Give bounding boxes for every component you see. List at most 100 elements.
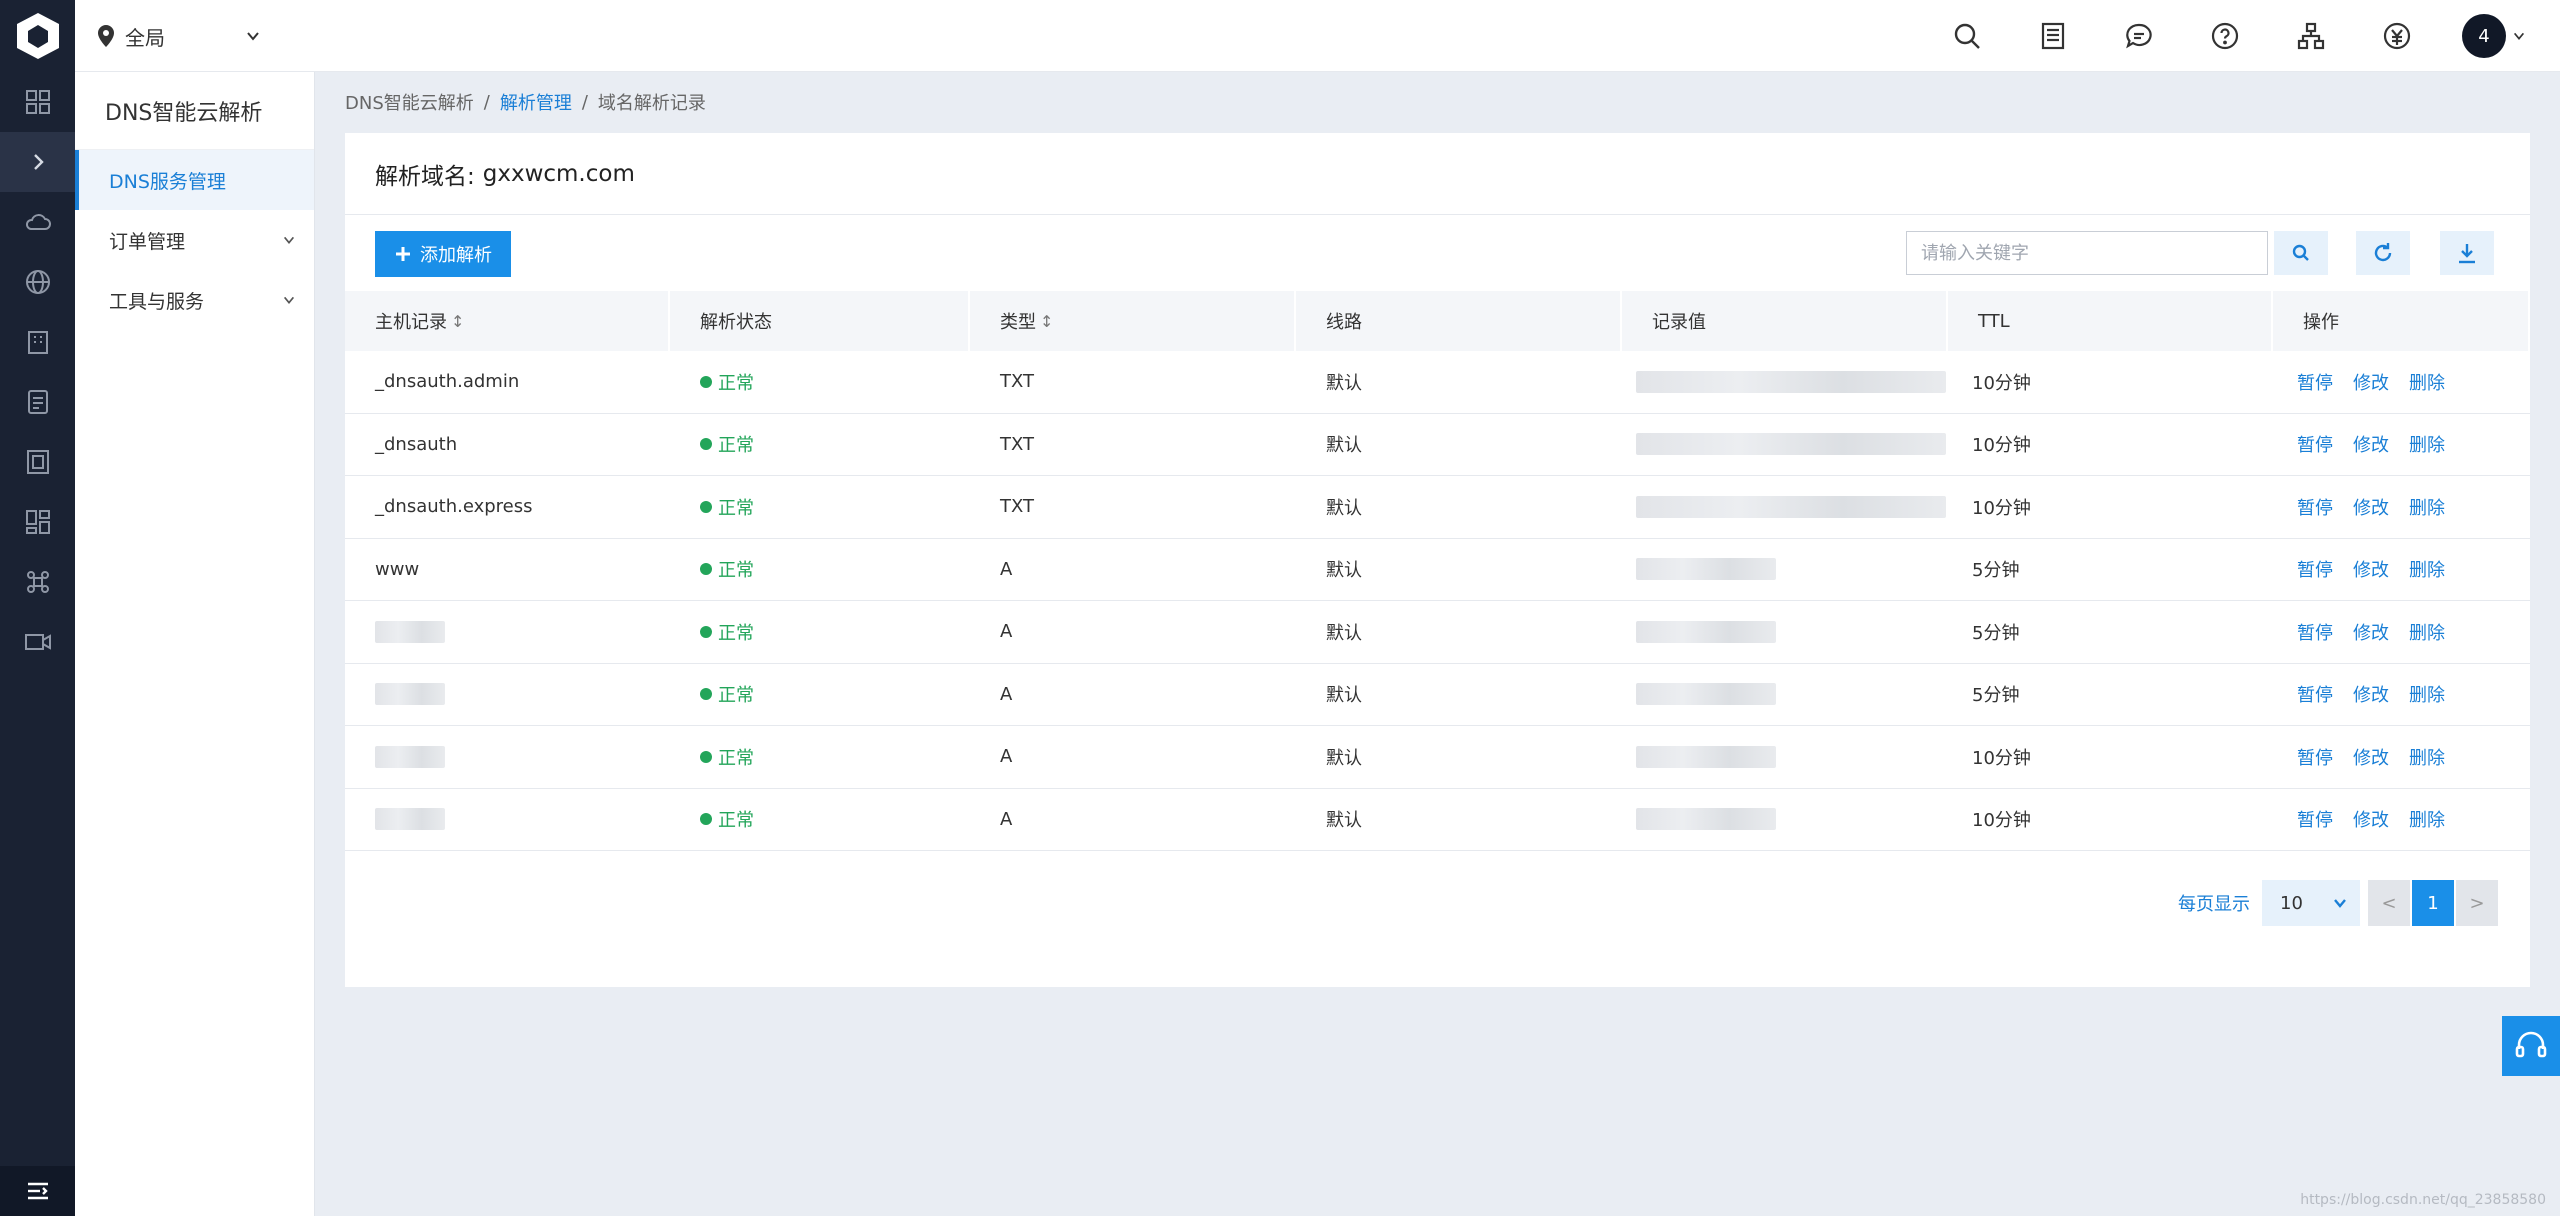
cell-ttl: 10分钟 <box>1972 372 2031 394</box>
refresh-button[interactable] <box>2356 231 2410 275</box>
cell-status: 正常 <box>670 351 970 413</box>
expand-chevron-icon[interactable] <box>0 132 75 192</box>
edit-link[interactable]: 修改 <box>2353 494 2389 520</box>
delete-link[interactable]: 删除 <box>2409 806 2445 832</box>
book-icon[interactable] <box>0 432 75 492</box>
billing-icon[interactable] <box>2376 15 2418 57</box>
delete-link[interactable]: 删除 <box>2409 556 2445 582</box>
globe-icon[interactable] <box>0 252 75 312</box>
pause-link[interactable]: 暂停 <box>2297 619 2333 645</box>
support-headset-icon[interactable] <box>2502 1016 2560 1076</box>
cell-type: TXT <box>1000 496 1035 518</box>
pause-link[interactable]: 暂停 <box>2297 494 2333 520</box>
delete-link[interactable]: 删除 <box>2409 619 2445 645</box>
cell-status: 正常 <box>670 726 970 788</box>
pause-link[interactable]: 暂停 <box>2297 431 2333 457</box>
status-dot-icon <box>700 750 712 763</box>
edit-link[interactable]: 修改 <box>2353 369 2389 395</box>
header-status: 解析状态 <box>670 291 970 351</box>
cell-status: 正常 <box>670 414 970 476</box>
region-selector[interactable]: 全局 <box>97 0 261 72</box>
sort-icon[interactable]: ↕ <box>451 312 464 331</box>
delete-link[interactable]: 删除 <box>2409 744 2445 770</box>
redacted-block <box>1636 808 1776 831</box>
cell-host <box>345 664 670 726</box>
domain-name: gxxwcm.com <box>482 160 635 187</box>
status-dot-icon <box>700 500 712 513</box>
redacted-block <box>1636 620 1776 643</box>
sidebar-item-orders[interactable]: 订单管理 <box>75 210 314 270</box>
pause-link[interactable]: 暂停 <box>2297 556 2333 582</box>
video-icon[interactable] <box>0 612 75 672</box>
menu-collapse-icon[interactable] <box>0 1166 75 1216</box>
toolbar: 添加解析 <box>375 231 2494 279</box>
breadcrumb-root[interactable]: DNS智能云解析 <box>345 89 474 115</box>
edit-link[interactable]: 修改 <box>2353 431 2389 457</box>
page-button[interactable]: 1 <box>2412 880 2454 926</box>
delete-link[interactable]: 删除 <box>2409 369 2445 395</box>
prev-page-button[interactable]: < <box>2368 880 2410 926</box>
search-button[interactable] <box>2274 231 2328 275</box>
edit-link[interactable]: 修改 <box>2353 619 2389 645</box>
help-icon[interactable] <box>2204 15 2246 57</box>
cell-actions: 暂停 修改 删除 <box>2273 414 2530 476</box>
table-row: www 正常 A 默认 5分钟 暂停 修改 删除 <box>345 539 2530 601</box>
pause-link[interactable]: 暂停 <box>2297 744 2333 770</box>
cell-type: A <box>1000 558 1013 580</box>
edit-link[interactable]: 修改 <box>2353 744 2389 770</box>
chevron-down-icon <box>2513 32 2525 40</box>
edit-link[interactable]: 修改 <box>2353 556 2389 582</box>
cell-line: 默认 <box>1326 685 1362 707</box>
edit-link[interactable]: 修改 <box>2353 806 2389 832</box>
redacted-block <box>1636 683 1776 706</box>
download-button[interactable] <box>2440 231 2494 275</box>
status-dot-icon <box>700 438 712 451</box>
avatar[interactable]: 4 <box>2462 14 2506 58</box>
sidebar-item-label: DNS服务管理 <box>109 170 226 193</box>
table-row: _dnsauth.admin 正常 TXT 默认 10分钟 暂停 修改 删除 <box>345 351 2530 414</box>
next-page-button[interactable]: > <box>2456 880 2498 926</box>
add-record-button[interactable]: 添加解析 <box>375 231 511 277</box>
table-row: 正常 A 默认 5分钟 暂停 修改 删除 <box>345 664 2530 726</box>
grid-icon[interactable] <box>0 72 75 132</box>
sidebar-item-dns-service[interactable]: DNS服务管理 <box>75 150 314 210</box>
header-ttl: TTL <box>1948 291 2273 351</box>
document-icon[interactable] <box>0 372 75 432</box>
pause-link[interactable]: 暂停 <box>2297 369 2333 395</box>
cell-ttl: 10分钟 <box>1972 497 2031 519</box>
chevron-down-icon <box>2334 899 2346 908</box>
building-icon[interactable] <box>0 312 75 372</box>
plus-icon <box>396 247 410 261</box>
cell-actions: 暂停 修改 删除 <box>2273 601 2530 663</box>
header-host[interactable]: 主机记录 ↕ <box>345 291 670 351</box>
network-icon[interactable] <box>2290 15 2332 57</box>
location-pin-icon <box>98 25 114 47</box>
orders-icon[interactable] <box>2032 15 2074 57</box>
cell-value <box>1622 789 1948 851</box>
delete-link[interactable]: 删除 <box>2409 681 2445 707</box>
search-input[interactable] <box>1906 231 2268 275</box>
cell-value <box>1622 726 1948 788</box>
pause-link[interactable]: 暂停 <box>2297 681 2333 707</box>
user-menu[interactable]: 4 <box>2462 14 2526 58</box>
sidebar-item-tools[interactable]: 工具与服务 <box>75 270 314 330</box>
search-icon[interactable] <box>1946 15 1988 57</box>
delete-link[interactable]: 删除 <box>2409 431 2445 457</box>
edit-link[interactable]: 修改 <box>2353 681 2389 707</box>
header-type[interactable]: 类型 ↕ <box>970 291 1296 351</box>
delete-link[interactable]: 删除 <box>2409 494 2445 520</box>
sort-icon[interactable]: ↕ <box>1040 312 1053 331</box>
cell-type: A <box>1000 621 1013 643</box>
layout-icon[interactable] <box>0 492 75 552</box>
redacted-block <box>375 620 445 643</box>
cloud-icon[interactable] <box>0 192 75 252</box>
breadcrumb: DNS智能云解析 / 解析管理 / 域名解析记录 <box>345 88 706 116</box>
logo-icon[interactable] <box>0 0 75 72</box>
page-size-select[interactable]: 10 <box>2262 880 2360 926</box>
redacted-block <box>1636 370 1946 393</box>
message-icon[interactable] <box>2118 15 2160 57</box>
pause-link[interactable]: 暂停 <box>2297 806 2333 832</box>
breadcrumb-resolve-manage[interactable]: 解析管理 <box>500 89 572 115</box>
command-icon[interactable] <box>0 552 75 612</box>
top-bar: 全局 4 <box>75 0 2560 72</box>
